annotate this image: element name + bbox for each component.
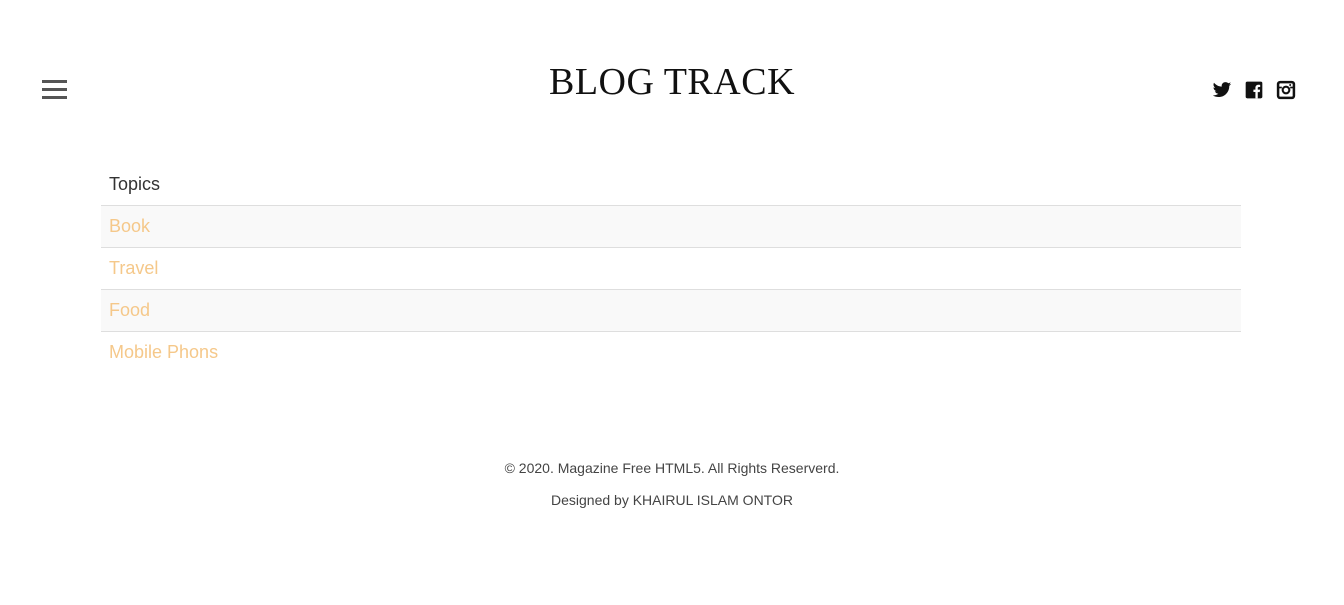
list-item: Book — [101, 206, 1241, 248]
topic-link-travel[interactable]: Travel — [109, 258, 158, 278]
twitter-icon[interactable] — [1212, 80, 1232, 100]
copyright-text: © 2020. Magazine Free HTML5. All Rights … — [504, 460, 840, 476]
site-header: BLOG TRACK — [0, 0, 1344, 150]
designer-credit: Designed by KHAIRUL ISLAM ONTOR — [551, 492, 793, 508]
instagram-icon[interactable] — [1276, 80, 1296, 100]
topics-list: Topics Book Travel Food Mobile Phons — [101, 163, 1241, 373]
topic-link-book[interactable]: Book — [109, 216, 150, 236]
list-item: Mobile Phons — [101, 332, 1241, 373]
topic-link-food[interactable]: Food — [109, 300, 150, 320]
facebook-icon[interactable] — [1244, 80, 1264, 100]
list-item: Food — [101, 290, 1241, 332]
site-title[interactable]: BLOG TRACK — [0, 60, 1344, 104]
list-item: Travel — [101, 248, 1241, 290]
topics-heading: Topics — [101, 163, 1241, 206]
topic-link-mobile-phones[interactable]: Mobile Phons — [109, 342, 218, 362]
topic-rows: Book Travel Food Mobile Phons — [101, 206, 1241, 373]
social-links — [1212, 80, 1296, 100]
site-footer: © 2020. Magazine Free HTML5. All Rights … — [0, 452, 1344, 516]
